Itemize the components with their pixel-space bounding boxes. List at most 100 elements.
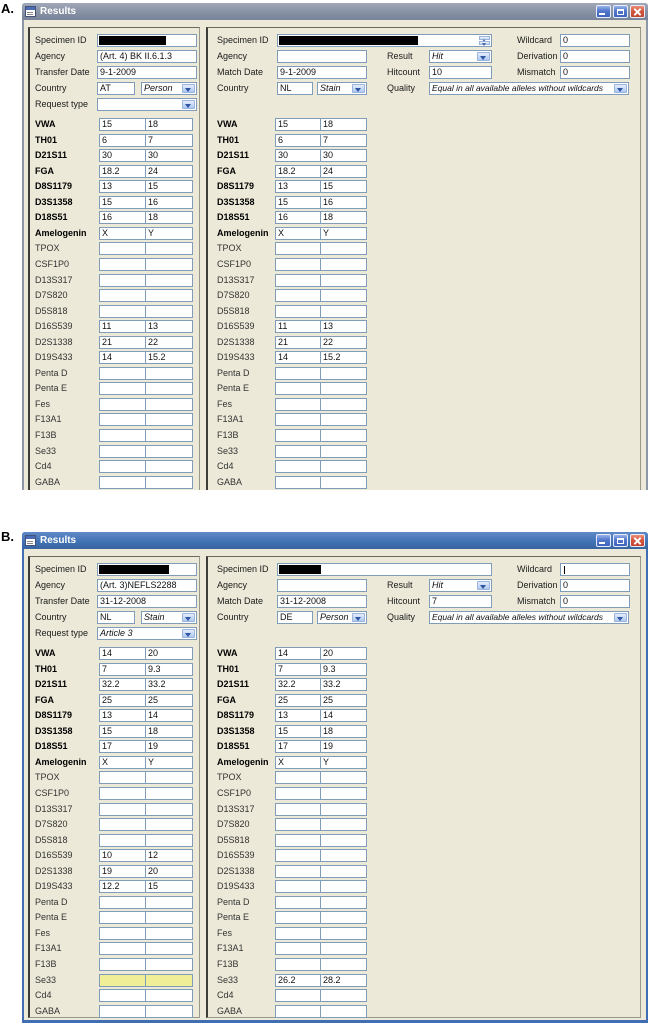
allele-cell[interactable]: 22 — [145, 335, 193, 349]
specimen-id-field[interactable] — [97, 34, 197, 47]
allele-cell[interactable]: 15 — [145, 880, 193, 894]
allele-cell[interactable] — [145, 429, 193, 442]
dropdown-button[interactable] — [614, 613, 627, 622]
allele-cell[interactable] — [275, 366, 321, 380]
allele-cell[interactable]: 13 — [275, 709, 321, 723]
close-button[interactable] — [630, 5, 645, 18]
allele-cell[interactable] — [275, 895, 321, 909]
allele-cell[interactable] — [145, 771, 193, 785]
allele-cell[interactable] — [275, 1004, 321, 1018]
allele-cell[interactable]: 18 — [320, 118, 367, 131]
sample-type-dropdown[interactable]: Stain — [317, 82, 367, 95]
allele-cell[interactable] — [320, 771, 367, 785]
allele-cell[interactable] — [275, 926, 321, 940]
allele-cell[interactable] — [99, 833, 146, 847]
allele-cell[interactable] — [275, 864, 321, 878]
allele-cell[interactable] — [275, 304, 321, 318]
allele-cell[interactable] — [275, 833, 321, 847]
allele-cell[interactable] — [145, 382, 193, 396]
allele-cell[interactable] — [320, 429, 367, 442]
allele-cell[interactable] — [99, 257, 146, 271]
allele-cell[interactable]: Y — [145, 226, 193, 240]
allele-cell[interactable]: 18.2 — [99, 164, 146, 178]
allele-cell[interactable] — [145, 926, 193, 940]
allele-cell[interactable] — [275, 802, 321, 816]
allele-cell[interactable] — [145, 289, 193, 303]
sample-type-dropdown[interactable]: Person — [141, 82, 197, 95]
wildcard-field[interactable] — [560, 563, 630, 576]
agency-field[interactable] — [277, 50, 367, 63]
dropdown-button[interactable] — [182, 84, 195, 93]
allele-cell[interactable]: 18 — [320, 724, 367, 738]
allele-cell[interactable]: 15 — [99, 195, 146, 209]
allele-cell[interactable]: 14 — [145, 709, 193, 723]
allele-cell[interactable] — [320, 242, 367, 256]
allele-cell[interactable] — [275, 289, 321, 303]
allele-cell[interactable]: 30 — [99, 149, 146, 163]
allele-cell[interactable] — [99, 429, 146, 442]
allele-cell[interactable] — [275, 429, 321, 442]
allele-cell[interactable]: 15 — [99, 118, 146, 131]
derivation-field[interactable]: 0 — [560, 579, 630, 592]
country-code-field[interactable]: AT — [97, 82, 135, 95]
allele-cell[interactable] — [145, 475, 193, 489]
allele-cell[interactable]: 14 — [320, 709, 367, 723]
allele-cell[interactable]: 18 — [145, 724, 193, 738]
allele-cell[interactable] — [145, 444, 193, 458]
allele-cell[interactable] — [320, 942, 367, 956]
allele-cell[interactable] — [99, 289, 146, 303]
allele-cell[interactable]: 7 — [99, 662, 146, 676]
country-code-field[interactable]: NL — [97, 611, 135, 624]
allele-cell[interactable]: Y — [320, 226, 367, 240]
allele-cell[interactable] — [99, 973, 146, 987]
allele-cell[interactable] — [275, 257, 321, 271]
allele-cell[interactable]: 33.2 — [320, 678, 367, 692]
allele-cell[interactable]: 9.3 — [320, 662, 367, 676]
allele-cell[interactable] — [145, 1004, 193, 1018]
allele-cell[interactable] — [320, 880, 367, 894]
agency-field[interactable]: (Art. 4) BK II.6.1.3 — [97, 50, 197, 63]
allele-cell[interactable] — [99, 786, 146, 800]
allele-cell[interactable] — [320, 818, 367, 832]
specimen-id-field[interactable] — [277, 563, 492, 576]
allele-cell[interactable]: 6 — [275, 133, 321, 147]
allele-cell[interactable]: 20 — [145, 647, 193, 660]
allele-cell[interactable] — [320, 382, 367, 396]
allele-cell[interactable]: 13 — [145, 320, 193, 334]
allele-cell[interactable] — [145, 304, 193, 318]
allele-cell[interactable] — [145, 273, 193, 287]
specimen-id-field[interactable] — [97, 563, 197, 576]
allele-cell[interactable] — [275, 460, 321, 474]
allele-cell[interactable] — [275, 786, 321, 800]
allele-cell[interactable]: 30 — [145, 149, 193, 163]
allele-cell[interactable] — [99, 802, 146, 816]
allele-cell[interactable]: 12.2 — [99, 880, 146, 894]
maximize-button[interactable] — [613, 5, 628, 18]
allele-cell[interactable] — [275, 989, 321, 1003]
window-titlebar[interactable]: Results — [22, 3, 648, 20]
allele-cell[interactable]: 16 — [145, 195, 193, 209]
allele-cell[interactable] — [145, 366, 193, 380]
allele-cell[interactable] — [320, 833, 367, 847]
allele-cell[interactable]: 12 — [145, 849, 193, 863]
quality-dropdown[interactable]: Equal in all available alleles without w… — [429, 611, 629, 624]
agency-field[interactable]: (Art. 3)NEFLS2288 — [97, 579, 197, 592]
allele-cell[interactable]: 13 — [320, 320, 367, 334]
allele-cell[interactable] — [320, 989, 367, 1003]
allele-cell[interactable] — [99, 475, 146, 489]
allele-cell[interactable]: 17 — [99, 740, 146, 754]
result-dropdown[interactable]: Hit — [429, 50, 492, 63]
allele-cell[interactable]: 25 — [145, 693, 193, 707]
dropdown-button[interactable] — [477, 52, 490, 61]
allele-cell[interactable]: 32.2 — [275, 678, 321, 692]
allele-cell[interactable] — [99, 382, 146, 396]
allele-cell[interactable]: 13 — [99, 180, 146, 194]
mismatch-field[interactable]: 0 — [560, 66, 630, 79]
allele-cell[interactable]: 14 — [99, 647, 146, 660]
hitcount-field[interactable]: 7 — [429, 595, 492, 608]
spin-down-button[interactable] — [479, 41, 490, 46]
allele-cell[interactable]: 28.2 — [320, 973, 367, 987]
allele-cell[interactable] — [145, 942, 193, 956]
match-date-field[interactable]: 9-1-2009 — [277, 66, 367, 79]
allele-cell[interactable] — [320, 289, 367, 303]
